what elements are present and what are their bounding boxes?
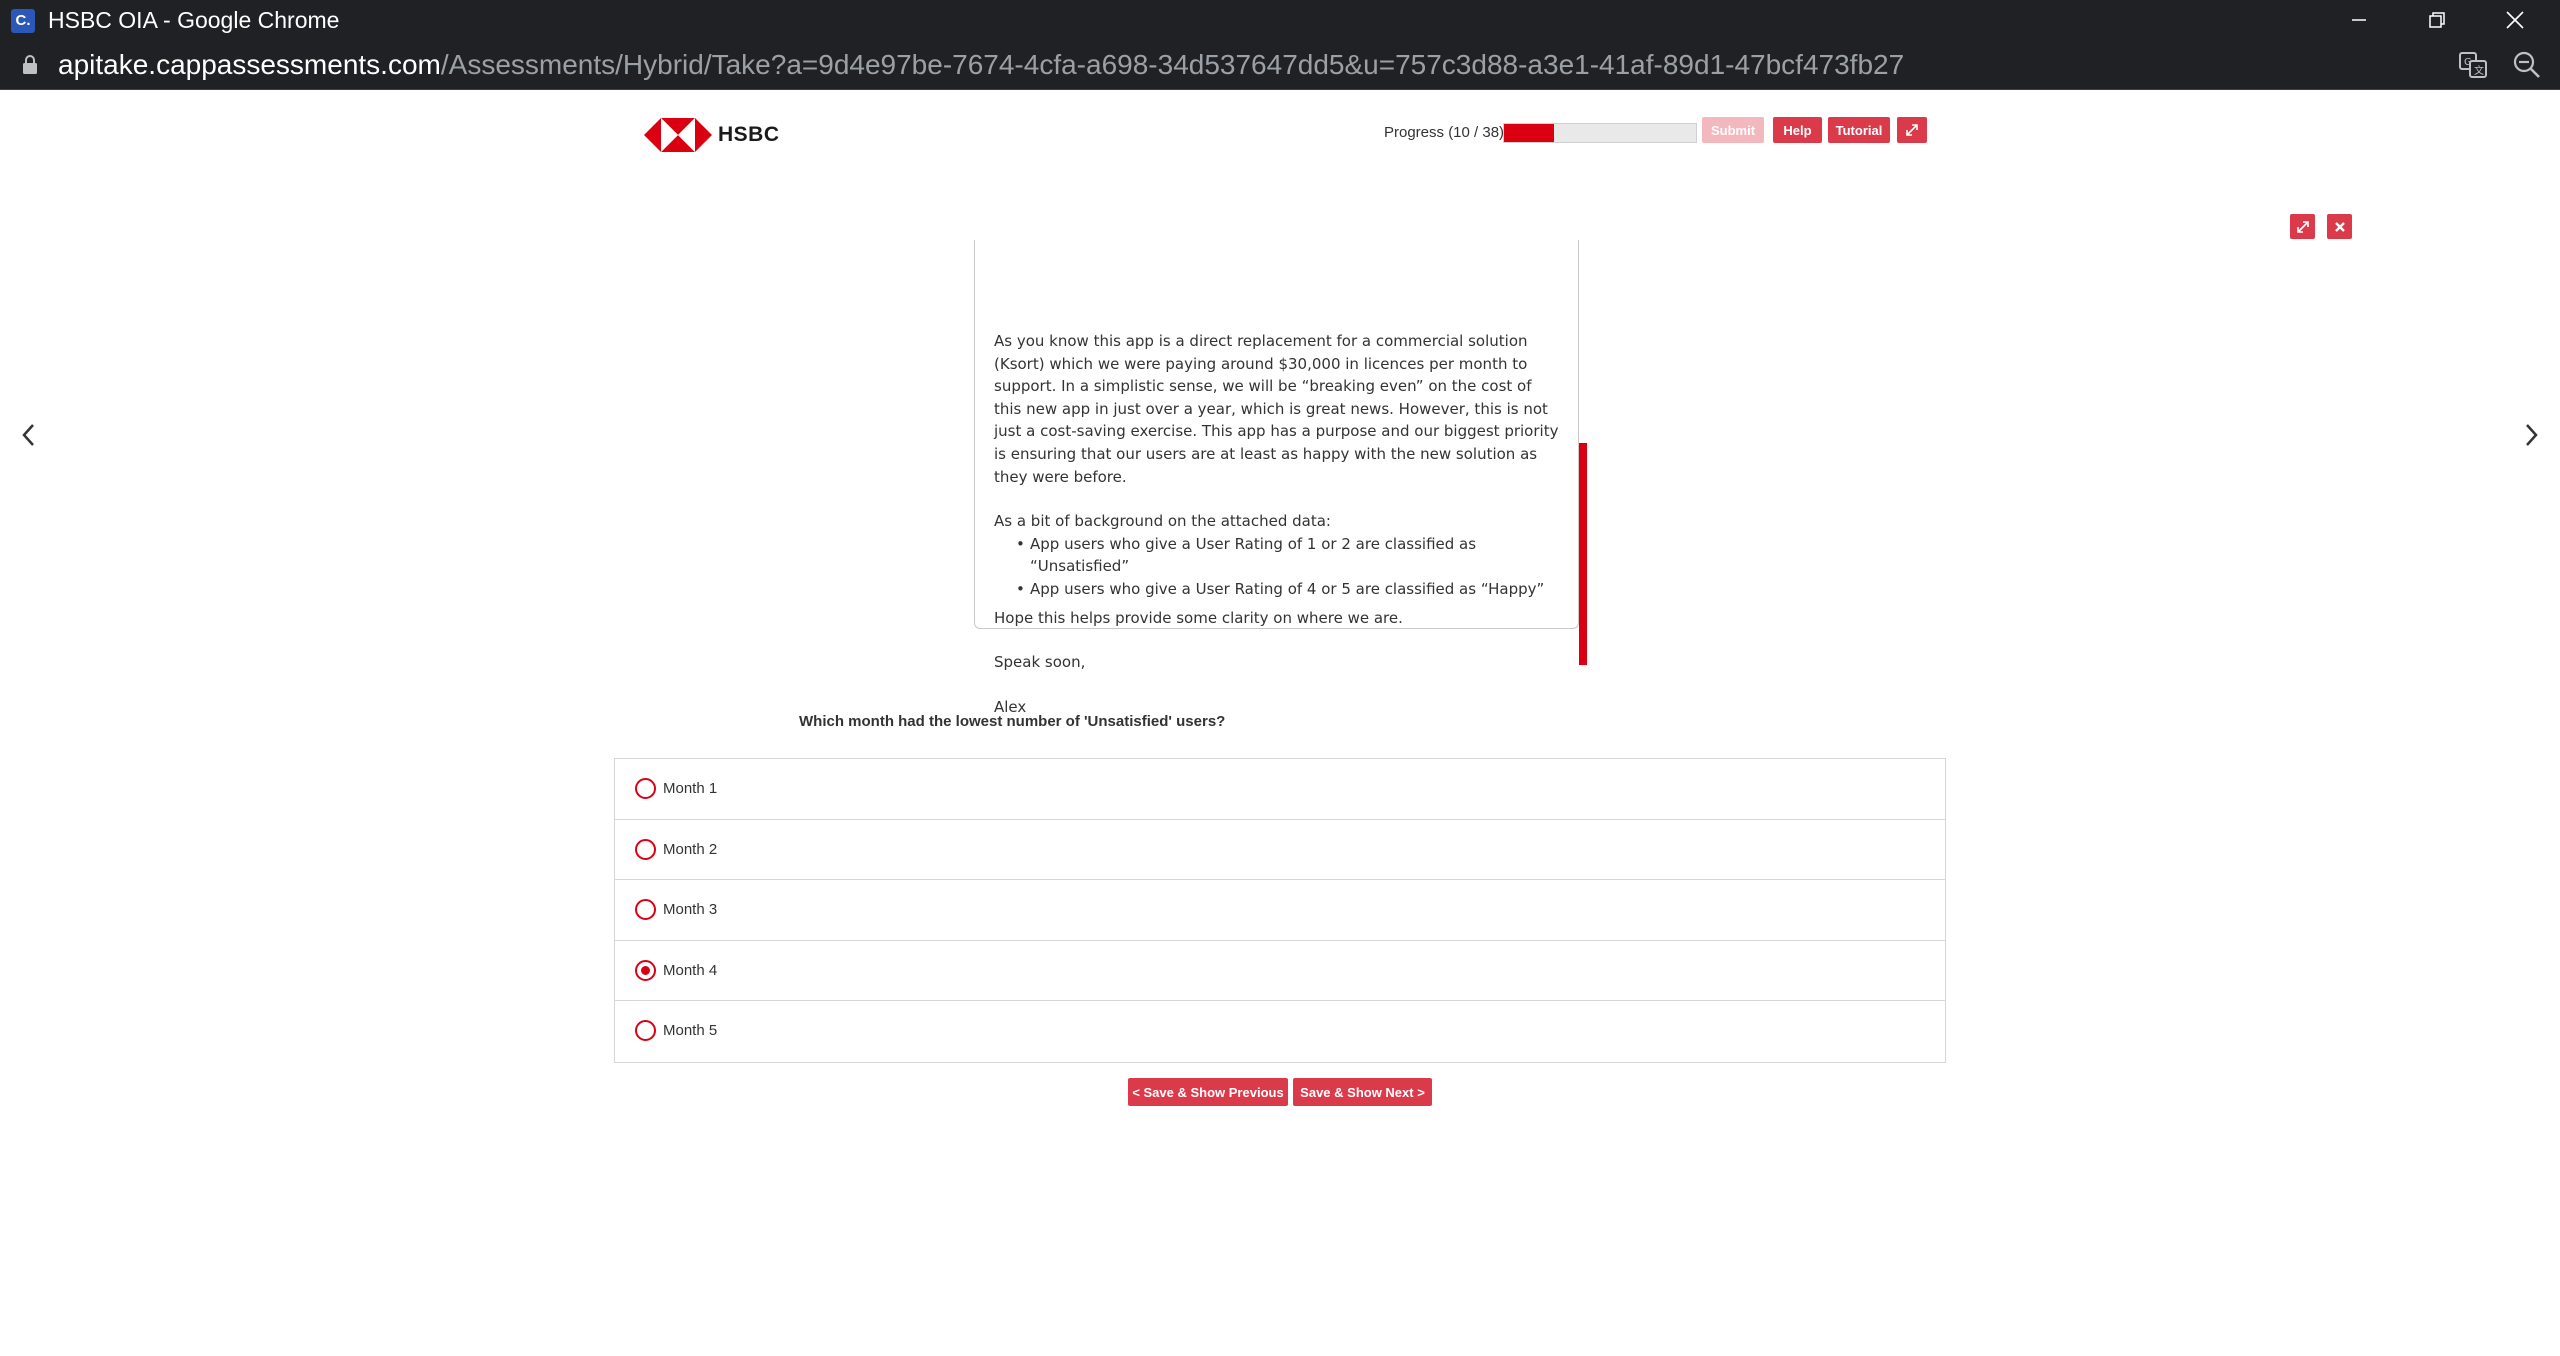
email-scrollbar[interactable] (1579, 443, 1587, 665)
option-label: Month 1 (663, 780, 718, 797)
answer-option[interactable]: Month 1 (615, 759, 1945, 820)
hsbc-logo: HSBC (644, 118, 780, 152)
radio-button[interactable] (635, 838, 656, 860)
expand-icon (2296, 220, 2309, 233)
panel-close-button[interactable] (2327, 214, 2352, 239)
panel-expand-button[interactable] (2290, 214, 2315, 239)
email-paragraph: As you know this app is a direct replace… (994, 332, 1559, 486)
save-show-previous-button[interactable]: < Save & Show Previous (1128, 1078, 1288, 1106)
translate-icon[interactable]: G 文 (2458, 50, 2488, 80)
lock-icon (23, 55, 37, 74)
email-background-intro: As a bit of background on the attached d… (994, 512, 1331, 531)
restore-button[interactable] (2398, 0, 2476, 40)
answer-options: Month 1 Month 2 Month 3 Month 4 Month 5 (614, 758, 1946, 1063)
minimize-button[interactable] (2320, 0, 2398, 40)
list-item: App users who give a User Rating of 4 or… (1016, 578, 1560, 601)
radio-button[interactable] (635, 778, 656, 799)
help-button[interactable]: Help (1773, 117, 1822, 143)
answer-option[interactable]: Month 5 (615, 1001, 1945, 1062)
close-window-button[interactable] (2476, 0, 2554, 40)
chevron-left-icon[interactable] (18, 420, 40, 450)
progress-fill (1504, 124, 1555, 142)
radio-button[interactable] (635, 959, 656, 981)
svg-text:G: G (2464, 57, 2472, 68)
answer-option[interactable]: Month 2 (615, 820, 1945, 881)
option-label: Month 2 (663, 840, 718, 858)
zoom-out-icon[interactable] (2512, 50, 2542, 80)
list-item: App users who give a User Rating of 1 or… (1016, 533, 1560, 578)
window-title: HSBC OIA - Google Chrome (48, 7, 340, 33)
restore-icon (2429, 12, 2445, 28)
progress-bar (1503, 123, 1697, 143)
radio-selected-dot (641, 965, 650, 975)
address-bar[interactable]: apitake.cappassessments.com/Assessments/… (0, 40, 2560, 90)
url-host: apitake.cappassessments.com (58, 49, 441, 80)
progress-label: Progress (10 / 38) (1384, 124, 1505, 141)
answer-option[interactable]: Month 4 (615, 941, 1945, 1002)
email-bullet-list: App users who give a User Rating of 1 or… (994, 533, 1560, 601)
option-label: Month 3 (663, 901, 718, 919)
close-icon (2334, 221, 2345, 232)
logo-text: HSBC (718, 123, 780, 146)
radio-button[interactable] (635, 899, 656, 921)
chevron-right-icon[interactable] (2520, 420, 2542, 450)
email-panel[interactable]: As you know this app is a direct replace… (974, 240, 1579, 716)
email-signoff: Speak soon, (994, 653, 1086, 672)
answer-option[interactable]: Month 3 (615, 880, 1945, 941)
save-show-next-button[interactable]: Save & Show Next > (1293, 1078, 1432, 1106)
close-icon (2506, 11, 2524, 29)
hsbc-hexagon-icon (644, 118, 712, 152)
radio-button[interactable] (635, 1020, 656, 1042)
expand-icon (1906, 124, 1918, 136)
submit-button[interactable]: Submit (1702, 117, 1764, 143)
svg-text:文: 文 (2474, 64, 2484, 77)
question-text: Which month had the lowest number of 'Un… (799, 713, 1226, 730)
email-closing: Hope this helps provide some clarity on … (994, 608, 1403, 627)
title-bar: C. HSBC OIA - Google Chrome (0, 0, 2560, 40)
minimize-icon (2352, 19, 2366, 21)
fullscreen-button[interactable] (1897, 117, 1927, 143)
tutorial-button[interactable]: Tutorial (1828, 117, 1890, 143)
app-icon: C. (11, 9, 35, 33)
assessment-page: HSBC Progress (10 / 38) Submit Help Tuto… (0, 90, 2560, 1356)
url-text[interactable]: apitake.cappassessments.com/Assessments/… (58, 49, 1904, 81)
option-label: Month 5 (663, 1022, 718, 1040)
option-label: Month 4 (663, 961, 718, 979)
url-path: /Assessments/Hybrid/Take?a=9d4e97be-7674… (440, 49, 1905, 80)
